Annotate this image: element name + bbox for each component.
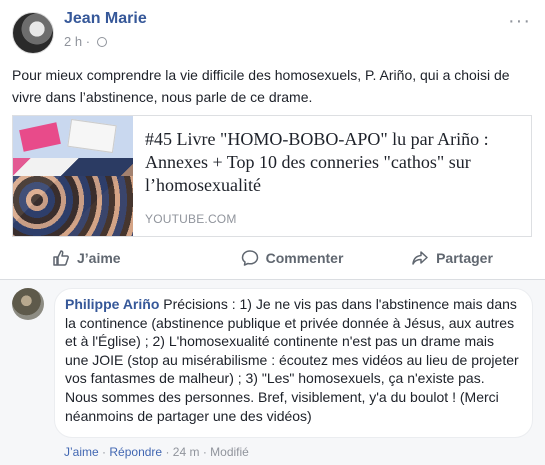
footer-dot-3: · xyxy=(202,445,207,459)
post-author[interactable]: Jean Marie xyxy=(64,10,147,28)
comment-text: Précisions : 1) Je ne vis pas dans l'abs… xyxy=(65,296,519,424)
post-actions: J’aime Commenter Partager xyxy=(12,240,532,276)
share-button[interactable]: Partager xyxy=(372,240,532,276)
link-preview-card[interactable]: #45 Livre "HOMO-BOBO-APO" lu par Ariño :… xyxy=(12,115,532,237)
commenter-avatar[interactable] xyxy=(12,288,44,320)
thumbs-up-icon xyxy=(53,250,69,266)
link-source: YOUTUBE.COM xyxy=(145,212,237,226)
post-time[interactable]: 2 h xyxy=(64,34,82,49)
thumbnail-sign-pink xyxy=(19,122,61,152)
more-options-icon[interactable]: ··· xyxy=(508,10,531,33)
comment-time[interactable]: 24 m xyxy=(173,445,200,459)
share-label: Partager xyxy=(436,250,493,266)
post-header: Jean Marie 2 h · ··· xyxy=(10,10,535,56)
post-meta: 2 h · xyxy=(64,34,107,49)
footer-dot-1: · xyxy=(102,445,107,459)
comment-button[interactable]: Commenter xyxy=(212,240,372,276)
like-label: J’aime xyxy=(77,250,121,266)
thumbnail-crowd xyxy=(13,176,133,236)
comment-footer: J’aime · Répondre · 24 m · Modifié xyxy=(64,445,249,459)
like-button[interactable]: J’aime xyxy=(12,240,212,276)
post-text: Pour mieux comprendre la vie difficile d… xyxy=(12,67,510,105)
comment-reply-link[interactable]: Répondre xyxy=(109,445,162,459)
comment-like-link[interactable]: J’aime xyxy=(64,445,99,459)
globe-icon xyxy=(96,37,107,47)
author-avatar[interactable] xyxy=(12,12,54,54)
comment-label: Commenter xyxy=(265,250,344,266)
comment-author[interactable]: Philippe Ariño xyxy=(65,296,159,312)
comment-edited[interactable]: Modifié xyxy=(210,445,249,459)
thumbnail-sign-white xyxy=(67,118,117,154)
comment-bubble: Philippe Ariño Précisions : 1) Je ne vis… xyxy=(54,288,533,438)
comment-icon xyxy=(241,250,258,266)
video-thumbnail[interactable] xyxy=(13,116,133,236)
footer-dot-2: · xyxy=(165,445,170,459)
share-icon xyxy=(412,251,428,265)
link-title[interactable]: #45 Livre "HOMO-BOBO-APO" lu par Ariño :… xyxy=(145,128,523,197)
meta-separator: · xyxy=(85,34,91,49)
